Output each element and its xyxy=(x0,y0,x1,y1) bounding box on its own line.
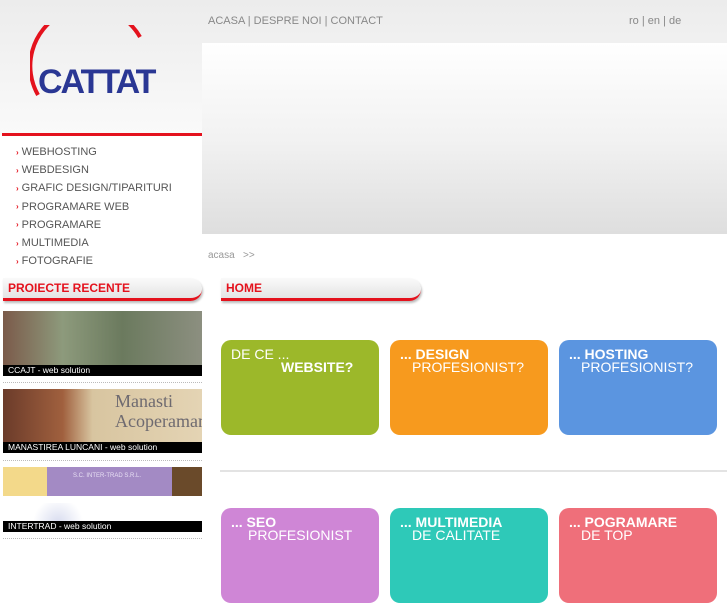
nav-contact[interactable]: CONTACT xyxy=(331,15,383,27)
lang-en[interactable]: en xyxy=(648,15,660,27)
tile-main: PROFESIONIST xyxy=(248,527,353,543)
menu-label: PROGRAMARE xyxy=(21,218,102,231)
lang-ro[interactable]: ro xyxy=(629,15,639,27)
arrow-icon: › xyxy=(16,202,19,212)
menu-item-webdesign[interactable]: › WEBDESIGN xyxy=(16,161,172,179)
project-manastirea-luncani[interactable]: Manasti Acoperamant MANASTIREA LUNCANI -… xyxy=(3,389,202,453)
tile-seo[interactable]: ... SEO PROFESIONIST xyxy=(221,508,379,603)
tile-main: PROFESIONIST? xyxy=(581,359,694,375)
divider xyxy=(2,133,202,136)
divider xyxy=(3,382,202,383)
arrow-icon: › xyxy=(16,147,19,157)
nav-acasa[interactable]: ACASA xyxy=(208,15,245,27)
breadcrumb: acasa >> xyxy=(208,250,255,261)
divider xyxy=(3,460,202,461)
lang-de[interactable]: de xyxy=(669,15,681,27)
nav-despre-noi[interactable]: DESPRE NOI xyxy=(254,15,322,27)
project-caption: CCAJT - web solution xyxy=(3,365,202,376)
cattat-logo[interactable]: CATTAT xyxy=(28,5,170,120)
project-image-text: S.C. INTER-TRAD S.R.L. xyxy=(73,473,142,479)
menu-label: PROGRAMARE WEB xyxy=(21,200,130,213)
tile-website[interactable]: DE CE ... WEBSITE? xyxy=(221,340,379,435)
arrow-icon: › xyxy=(16,165,19,175)
tile-main: DE TOP xyxy=(581,527,633,543)
language-switcher: ro | en | de xyxy=(629,15,682,27)
menu-label: WEBHOSTING xyxy=(21,146,97,159)
divider xyxy=(220,470,727,472)
project-caption: MANASTIREA LUNCANI - web solution xyxy=(3,442,202,453)
project-intertrad-banner[interactable]: S.C. INTER-TRAD S.R.L. xyxy=(3,467,202,496)
menu-label: GRAFIC DESIGN/TIPARITURI xyxy=(21,182,172,195)
top-nav: ACASA | DESPRE NOI | CONTACT xyxy=(208,15,383,27)
menu-label: FOTOGRAFIE xyxy=(21,255,93,268)
project-ccajt[interactable]: CCAJT - web solution xyxy=(3,311,202,376)
menu-label: WEBDESIGN xyxy=(21,164,89,177)
arrow-icon: › xyxy=(16,256,19,266)
tile-programare[interactable]: ... POGRAMARE DE TOP xyxy=(559,508,717,603)
arrow-icon: › xyxy=(16,238,19,248)
menu-item-programare-web[interactable]: › PROGRAMARE WEB xyxy=(16,198,172,216)
menu-item-webhosting[interactable]: › WEBHOSTING xyxy=(16,143,172,161)
banner xyxy=(202,43,727,234)
project-image-text: Manasti Acoperamant xyxy=(115,391,202,431)
svg-text:CATTAT: CATTAT xyxy=(38,63,157,101)
side-menu: › WEBHOSTING › WEBDESIGN › GRAFIC DESIGN/TI… xyxy=(16,143,172,270)
project-intertrad[interactable]: INTERTRAD - web solution xyxy=(3,503,202,532)
menu-item-multimedia[interactable]: › MULTIMEDIA xyxy=(16,234,172,252)
breadcrumb-home[interactable]: acasa xyxy=(208,250,235,261)
divider xyxy=(3,538,202,539)
tile-main: DE CALITATE xyxy=(412,527,501,543)
tile-multimedia[interactable]: ... MULTIMEDIA DE CALITATE xyxy=(390,508,548,603)
recent-projects-heading: PROIECTE RECENTE xyxy=(3,278,202,301)
menu-item-fotografie[interactable]: › FOTOGRAFIE xyxy=(16,252,172,270)
arrow-icon: › xyxy=(16,220,19,230)
project-caption: INTERTRAD - web solution xyxy=(3,521,202,532)
tile-main: PROFESIONIST? xyxy=(412,359,525,375)
tile-main: WEBSITE? xyxy=(281,359,354,375)
menu-label: MULTIMEDIA xyxy=(21,237,89,250)
arrow-icon: › xyxy=(16,183,19,193)
home-heading: HOME xyxy=(221,278,421,301)
menu-item-programare[interactable]: › PROGRAMARE xyxy=(16,216,172,234)
menu-item-grafic-design[interactable]: › GRAFIC DESIGN/TIPARITURI xyxy=(16,179,172,197)
tile-hosting[interactable]: ... HOSTING PROFESIONIST? xyxy=(559,340,717,435)
breadcrumb-separator: >> xyxy=(243,250,255,261)
tile-design[interactable]: ... DESIGN PROFESIONIST? xyxy=(390,340,548,435)
